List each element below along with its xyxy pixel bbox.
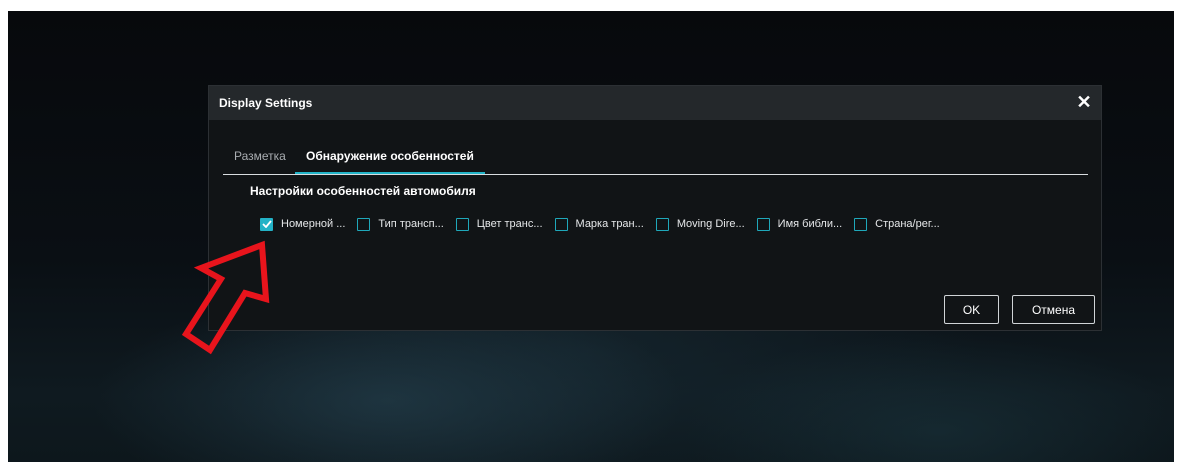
checkbox-unchecked[interactable] xyxy=(854,217,868,231)
checkbox-label: Номерной ... xyxy=(281,218,346,230)
dialog-header: Display Settings ✕ xyxy=(209,86,1101,120)
tab-bar: Разметка Обнаружение особенностей xyxy=(223,142,1088,175)
close-button[interactable]: ✕ xyxy=(1073,91,1095,113)
checkbox-label: Цвет транс... xyxy=(476,218,543,230)
section-title: Настройки особенностей автомобиля xyxy=(250,184,476,198)
annotation-arrow-icon xyxy=(181,240,270,355)
checkmark-icon xyxy=(261,220,272,228)
display-settings-dialog: Display Settings ✕ Разметка Обнаружение … xyxy=(208,85,1102,331)
close-icon: ✕ xyxy=(1076,91,1092,112)
checkbox-unchecked[interactable] xyxy=(756,217,770,231)
checkbox-label: Тип трансп... xyxy=(378,218,444,230)
feature-checkbox-group: Номерной ... Тип трансп... Цвет транс...… xyxy=(260,216,952,232)
cancel-button[interactable]: Отмена xyxy=(1012,295,1095,324)
checkbox-label: Имя библи... xyxy=(777,218,843,230)
checkbox-moving-direction[interactable]: Moving Dire... xyxy=(655,217,745,231)
checkbox-unchecked[interactable] xyxy=(554,217,568,231)
checkbox-unchecked[interactable] xyxy=(655,217,669,231)
checkbox-label: Moving Dire... xyxy=(676,218,745,230)
checkbox-vehicle-brand[interactable]: Марка тран... xyxy=(554,217,644,231)
checkbox-vehicle-type[interactable]: Тип трансп... xyxy=(357,217,444,231)
checkbox-label: Страна/рег... xyxy=(875,218,940,230)
checkbox-label: Марка тран... xyxy=(575,218,644,230)
checkbox-unchecked[interactable] xyxy=(455,217,469,231)
dialog-title: Display Settings xyxy=(219,96,313,110)
checkbox-country-region[interactable]: Страна/рег... xyxy=(854,217,940,231)
ok-button[interactable]: OK xyxy=(944,295,999,324)
checkbox-plate-number[interactable]: Номерной ... xyxy=(260,217,346,231)
checkbox-vehicle-color[interactable]: Цвет транс... xyxy=(455,217,543,231)
checkbox-checked[interactable] xyxy=(260,217,273,231)
tab-markup[interactable]: Разметка xyxy=(223,142,297,174)
tab-feature-detection[interactable]: Обнаружение особенностей xyxy=(295,142,485,174)
checkbox-unchecked[interactable] xyxy=(357,217,371,231)
checkbox-library-name[interactable]: Имя библи... xyxy=(756,217,843,231)
